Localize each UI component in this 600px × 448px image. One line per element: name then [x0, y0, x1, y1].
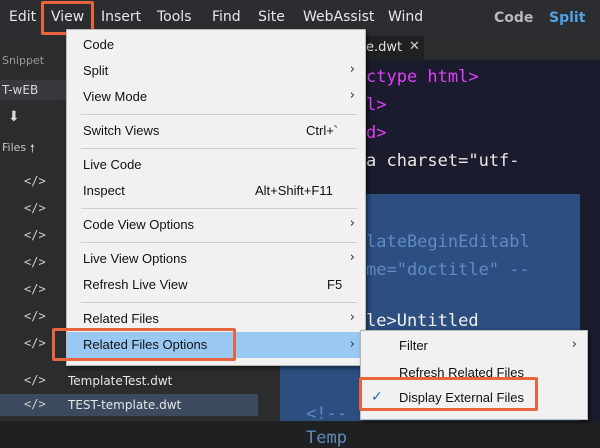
- chevron-right-icon: ›: [349, 88, 355, 103]
- menu-divider: [81, 208, 357, 209]
- code-line: a charset="utf-: [366, 151, 520, 171]
- code-mode-button[interactable]: Code: [494, 10, 533, 26]
- display-external-files-highlight: [359, 377, 538, 411]
- code-file-icon: </>: [24, 373, 46, 387]
- menu-divider: [81, 242, 357, 243]
- menu-item-label: Filter: [399, 338, 428, 353]
- code-file-icon: </>: [24, 174, 46, 188]
- menu-webassist[interactable]: WebAssist: [303, 9, 374, 25]
- submenu-item-filter[interactable]: Filter ›: [361, 334, 587, 358]
- menu-item-label: Refresh Live View: [83, 277, 188, 292]
- menu-item-label: Code View Options: [83, 217, 195, 232]
- code-line: Temp: [306, 428, 347, 448]
- file-name: TEST-template.dwt: [68, 398, 182, 412]
- shortcut-label: Ctrl+`: [306, 123, 339, 138]
- menu-item-label: Live View Options: [83, 251, 187, 266]
- code-file-icon: </>: [24, 309, 46, 323]
- code-line: me="doctitle" --: [366, 260, 530, 280]
- menu-item-live-code[interactable]: Live Code: [67, 153, 365, 177]
- document-tab-label: e.dwt: [366, 40, 403, 55]
- chevron-right-icon: ›: [349, 250, 355, 265]
- file-row[interactable]: </> TemplateTest.dwt: [0, 370, 280, 392]
- code-file-icon: </>: [24, 397, 46, 411]
- download-icon[interactable]: ⬇: [8, 109, 20, 125]
- file-name: TemplateTest.dwt: [68, 374, 173, 388]
- snippets-tab[interactable]: Snippet: [2, 54, 44, 67]
- split-mode-button[interactable]: Split: [549, 10, 585, 26]
- close-icon[interactable]: ✕: [409, 39, 420, 54]
- menu-window[interactable]: Wind: [388, 9, 423, 25]
- chevron-right-icon: ›: [349, 62, 355, 77]
- menu-edit[interactable]: Edit: [9, 9, 36, 25]
- menu-item-label: Code: [83, 37, 115, 52]
- document-tab[interactable]: e.dwt ✕: [362, 36, 424, 60]
- menu-tools[interactable]: Tools: [157, 9, 192, 25]
- menu-item-label: View Mode: [83, 89, 148, 104]
- related-files-options-highlight: [52, 328, 236, 361]
- menu-item-code-view-options[interactable]: Code View Options ›: [67, 213, 365, 237]
- menu-divider: [81, 114, 357, 115]
- menu-item-split[interactable]: Split ›: [67, 59, 365, 83]
- code-file-icon: </>: [24, 201, 46, 215]
- menu-item-label: Live Code: [83, 157, 142, 172]
- menu-item-label: Related Files: [83, 311, 159, 326]
- code-file-icon: </>: [24, 336, 46, 350]
- menu-item-label: Switch Views: [83, 123, 160, 138]
- shortcut-label: F5: [327, 277, 343, 292]
- menu-item-code[interactable]: Code: [67, 33, 365, 57]
- menu-item-view-mode[interactable]: View Mode ›: [67, 85, 365, 109]
- menu-find[interactable]: Find: [212, 9, 241, 25]
- code-line: lateBeginEditabl: [366, 232, 530, 252]
- menu-item-refresh-live-view[interactable]: Refresh Live View F5: [67, 273, 365, 297]
- code-file-icon: </>: [24, 255, 46, 269]
- menu-item-switch-views[interactable]: Switch Views Ctrl+`: [67, 119, 365, 143]
- chevron-right-icon: ›: [349, 310, 355, 325]
- file-row-selected[interactable]: </> TEST-template.dwt: [0, 394, 258, 416]
- code-line: l>: [366, 95, 387, 115]
- code-line: d>: [366, 123, 387, 143]
- chevron-right-icon: ›: [349, 337, 355, 352]
- shortcut-label: Alt+Shift+F11: [255, 183, 333, 198]
- menu-item-label: Inspect: [83, 183, 125, 198]
- chevron-right-icon: ›: [349, 216, 355, 231]
- site-select[interactable]: T-wEB: [0, 80, 66, 100]
- menu-item-inspect[interactable]: Inspect Alt+Shift+F11: [67, 179, 365, 203]
- menu-site[interactable]: Site: [258, 9, 285, 25]
- menu-divider: [81, 148, 357, 149]
- menu-insert[interactable]: Insert: [101, 9, 141, 25]
- view-menu-dropdown: Code Split › View Mode › Switch Views Ct…: [66, 29, 366, 366]
- files-label: Files: [2, 141, 27, 154]
- code-line: <!--: [306, 404, 347, 424]
- menu-item-label: Split: [83, 63, 109, 78]
- chevron-right-icon: ›: [571, 337, 577, 352]
- code-file-icon: </>: [24, 282, 46, 296]
- code-file-icon: </>: [24, 228, 46, 242]
- sort-arrow-icon[interactable]: 🠕: [30, 140, 35, 159]
- menu-item-live-view-options[interactable]: Live View Options ›: [67, 247, 365, 271]
- code-line: le>Untitled: [366, 311, 479, 331]
- site-name: T-wEB: [2, 83, 39, 97]
- menu-divider: [81, 302, 357, 303]
- code-line: ctype html>: [366, 67, 479, 87]
